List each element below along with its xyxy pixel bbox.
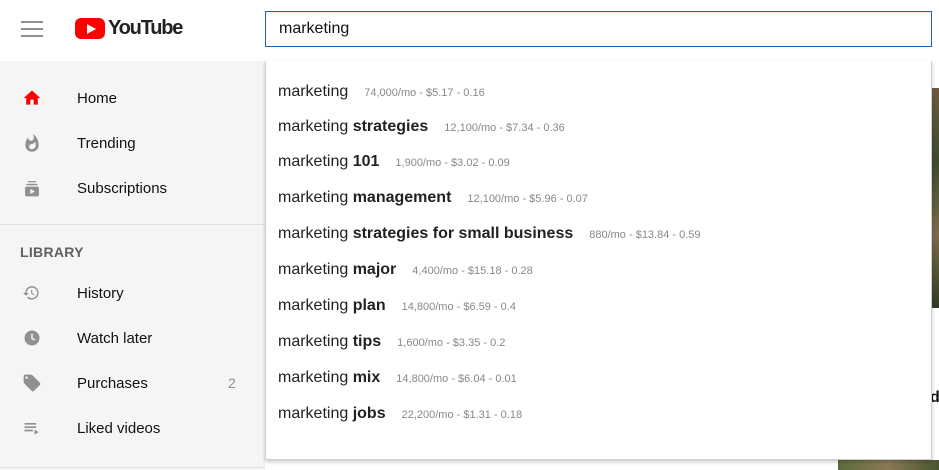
suggestion-text: marketing major xyxy=(278,261,396,279)
sidebar-item-purchases[interactable]: Purchases 2 xyxy=(0,363,265,403)
suggestion-text: marketing mix xyxy=(278,369,380,387)
play-logo-icon xyxy=(75,18,105,39)
subscriptions-icon xyxy=(25,181,39,197)
sidebar-item-label: Liked videos xyxy=(77,419,161,437)
suggestion-base: marketing xyxy=(278,83,349,100)
suggestion-base: marketing xyxy=(278,369,353,386)
sidebar-item-label: Home xyxy=(77,89,118,107)
search-box[interactable] xyxy=(265,11,932,47)
suggestion-metrics: 880/mo - $13.84 - 0.59 xyxy=(589,229,701,241)
sidebar-item-label: Purchases xyxy=(77,374,148,392)
suggestion-item[interactable]: marketing 74,000/mo - $5.17 - 0.16 xyxy=(278,83,485,113)
sidebar-item-history[interactable]: History xyxy=(0,273,265,313)
purchases-count: 2 xyxy=(228,375,236,391)
suggestion-item[interactable]: marketing jobs 22,200/mo - $1.31 - 0.18 xyxy=(278,405,522,435)
suggestion-base: marketing xyxy=(278,189,353,206)
suggestion-completion: major xyxy=(352,261,397,278)
suggestion-text: marketing tips xyxy=(278,333,381,351)
sidebar-item-label: History xyxy=(77,284,124,302)
suggestion-metrics: 74,000/mo - $5.17 - 0.16 xyxy=(364,87,485,99)
suggestion-completion: jobs xyxy=(352,405,386,422)
suggestion-completion: strategies for small business xyxy=(352,225,574,242)
suggestion-metrics: 22,200/mo - $1.31 - 0.18 xyxy=(401,409,523,421)
sidebar-item-label: Subscriptions xyxy=(77,179,168,197)
sidebar-item-trending[interactable]: Trending xyxy=(0,123,265,163)
tag-icon xyxy=(23,374,41,392)
clock-icon xyxy=(24,330,40,346)
suggestion-metrics: 14,800/mo - $6.59 - 0.4 xyxy=(401,301,516,313)
suggestion-text: marketing management xyxy=(278,189,451,207)
flame-icon xyxy=(25,133,39,152)
suggestion-text: marketing strategies for small business xyxy=(278,225,573,243)
suggestion-metrics: 1,900/mo - $3.02 - 0.09 xyxy=(395,157,510,169)
masthead: YouTube xyxy=(0,0,939,61)
sidebar: Home Trending Subscriptions LIBRARY Hist… xyxy=(0,61,265,470)
home-icon xyxy=(23,90,41,105)
suggestion-item[interactable]: marketing mix 14,800/mo - $6.04 - 0.01 xyxy=(278,369,517,399)
suggestion-item[interactable]: marketing strategies 12,100/mo - $7.34 -… xyxy=(278,118,565,148)
suggestion-text: marketing xyxy=(278,83,348,101)
suggestion-completion: mix xyxy=(352,369,381,386)
suggestion-completion: strategies xyxy=(352,118,429,135)
suggestion-completion: tips xyxy=(352,333,382,350)
library-heading: LIBRARY xyxy=(20,244,84,260)
suggestion-base: marketing xyxy=(278,118,353,135)
sidebar-divider xyxy=(0,224,265,225)
sidebar-item-watch-later[interactable]: Watch later xyxy=(0,318,265,358)
suggestion-text: marketing 101 xyxy=(278,153,379,171)
youtube-logo[interactable]: YouTube xyxy=(75,17,183,40)
history-icon xyxy=(23,286,39,300)
suggestion-base: marketing xyxy=(278,153,353,170)
suggestion-text: marketing jobs xyxy=(278,405,386,423)
suggestion-completion: plan xyxy=(352,297,386,314)
suggestion-item[interactable]: marketing strategies for small business … xyxy=(278,225,701,255)
suggestion-metrics: 14,800/mo - $6.04 - 0.01 xyxy=(396,373,517,385)
suggestion-item[interactable]: marketing plan 14,800/mo - $6.59 - 0.4 xyxy=(278,297,516,327)
suggestion-text: marketing strategies xyxy=(278,118,428,136)
suggestion-item[interactable]: marketing tips 1,600/mo - $3.35 - 0.2 xyxy=(278,333,505,363)
playlist-icon xyxy=(24,423,39,435)
suggestion-metrics: 1,600/mo - $3.35 - 0.2 xyxy=(397,337,506,349)
suggestion-base: marketing xyxy=(278,297,353,314)
suggestion-text: marketing plan xyxy=(278,297,386,315)
suggestion-base: marketing xyxy=(278,333,353,350)
sidebar-item-subscriptions[interactable]: Subscriptions xyxy=(0,168,265,208)
search-suggestions-dropdown: marketing 74,000/mo - $5.17 - 0.16 marke… xyxy=(265,61,932,460)
video-thumbnail[interactable] xyxy=(932,88,939,308)
sidebar-divider xyxy=(0,467,265,468)
suggestion-item[interactable]: marketing major 4,400/mo - $15.18 - 0.28 xyxy=(278,261,533,291)
video-thumbnail[interactable] xyxy=(838,460,939,470)
suggestion-base: marketing xyxy=(278,405,353,422)
suggestion-base: marketing xyxy=(278,261,353,278)
logo-text: YouTube xyxy=(108,17,183,39)
suggestion-metrics: 4,400/mo - $15.18 - 0.28 xyxy=(412,265,533,277)
suggestion-item[interactable]: marketing 101 1,900/mo - $3.02 - 0.09 xyxy=(278,153,510,183)
suggestion-item[interactable]: marketing management 12,100/mo - $5.96 -… xyxy=(278,189,588,219)
menu-icon[interactable] xyxy=(21,21,43,39)
search-input[interactable] xyxy=(266,12,931,46)
suggestion-base: marketing xyxy=(278,225,353,242)
suggestion-metrics: 12,100/mo - $5.96 - 0.07 xyxy=(467,193,588,205)
suggestion-metrics: 12,100/mo - $7.34 - 0.36 xyxy=(444,122,565,134)
suggestion-completion: management xyxy=(352,189,452,206)
sidebar-item-label: Watch later xyxy=(77,329,153,347)
suggestion-completion: 101 xyxy=(352,153,380,170)
sidebar-item-label: Trending xyxy=(77,134,136,152)
sidebar-item-liked-videos[interactable]: Liked videos xyxy=(0,408,265,448)
sidebar-item-home[interactable]: Home xyxy=(0,78,265,118)
